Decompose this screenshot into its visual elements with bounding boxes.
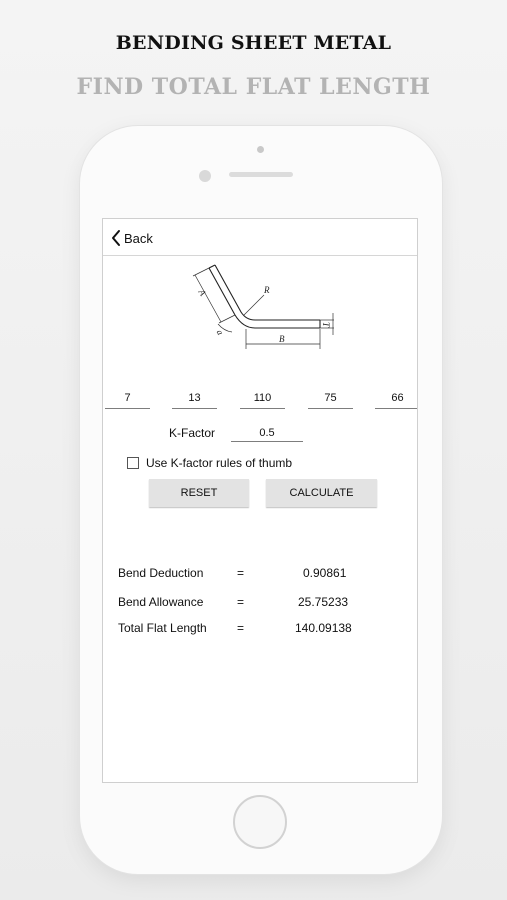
diagram-label-t: T bbox=[321, 322, 331, 328]
input-dimension-4[interactable] bbox=[308, 387, 353, 409]
diagram-label-b: B bbox=[279, 334, 285, 344]
dimension-lines bbox=[192, 267, 334, 349]
diagram-label-angle: a bbox=[215, 328, 226, 337]
result-value: 25.75233 bbox=[298, 595, 349, 609]
page-subtitle: FIND TOTAL FLAT LENGTH bbox=[76, 74, 431, 100]
navigation-bar: Back bbox=[103, 219, 417, 256]
result-label: Bend Allowance bbox=[118, 595, 204, 609]
proximity-sensor bbox=[199, 170, 211, 182]
result-equals: = bbox=[237, 595, 245, 609]
earpiece-speaker bbox=[229, 172, 293, 177]
result-value: 0.90861 bbox=[303, 566, 347, 580]
page-title: BENDING SHEET METAL bbox=[115, 32, 392, 54]
calculate-button[interactable]: CALCULATE bbox=[266, 479, 377, 507]
result-row-bend-deduction: Bend Deduction = 0.90861 bbox=[103, 566, 417, 582]
reset-button[interactable]: RESET bbox=[149, 479, 249, 507]
result-value: 140.09138 bbox=[295, 621, 352, 635]
result-row-total-flat-length: Total Flat Length = 140.09138 bbox=[103, 621, 417, 637]
app-screen: Back A B R T a 7 13 110 75 66 K-Factor 0… bbox=[102, 218, 418, 783]
kfactor-input[interactable] bbox=[231, 424, 303, 442]
result-row-bend-allowance: Bend Allowance = 25.75233 bbox=[103, 595, 417, 611]
bend-diagram: A B R T a bbox=[192, 264, 334, 349]
result-label: Bend Deduction bbox=[118, 566, 204, 580]
result-equals: = bbox=[237, 566, 245, 580]
rule-of-thumb-label: Use K-factor rules of thumb bbox=[146, 456, 293, 470]
bent-sheet-outline bbox=[208, 264, 321, 329]
front-camera bbox=[257, 146, 264, 153]
diagram-label-r: R bbox=[263, 285, 270, 295]
input-dimension-1[interactable] bbox=[105, 387, 150, 409]
back-label: Back bbox=[124, 230, 153, 246]
input-dimension-5[interactable] bbox=[375, 387, 417, 409]
input-dimension-3[interactable] bbox=[240, 387, 285, 409]
home-button[interactable] bbox=[233, 795, 287, 849]
rule-of-thumb-checkbox[interactable] bbox=[127, 457, 139, 469]
phone-frame: Back A B R T a 7 13 110 75 66 K-Factor 0… bbox=[80, 126, 442, 874]
chevron-left-icon bbox=[111, 229, 121, 247]
result-label: Total Flat Length bbox=[118, 621, 207, 635]
input-dimension-2[interactable] bbox=[172, 387, 217, 409]
result-equals: = bbox=[237, 621, 245, 635]
back-button[interactable]: Back bbox=[111, 228, 153, 248]
rule-of-thumb-toggle[interactable]: Use K-factor rules of thumb bbox=[127, 456, 292, 470]
kfactor-label: K-Factor bbox=[169, 426, 216, 440]
dimension-inputs bbox=[103, 387, 417, 411]
